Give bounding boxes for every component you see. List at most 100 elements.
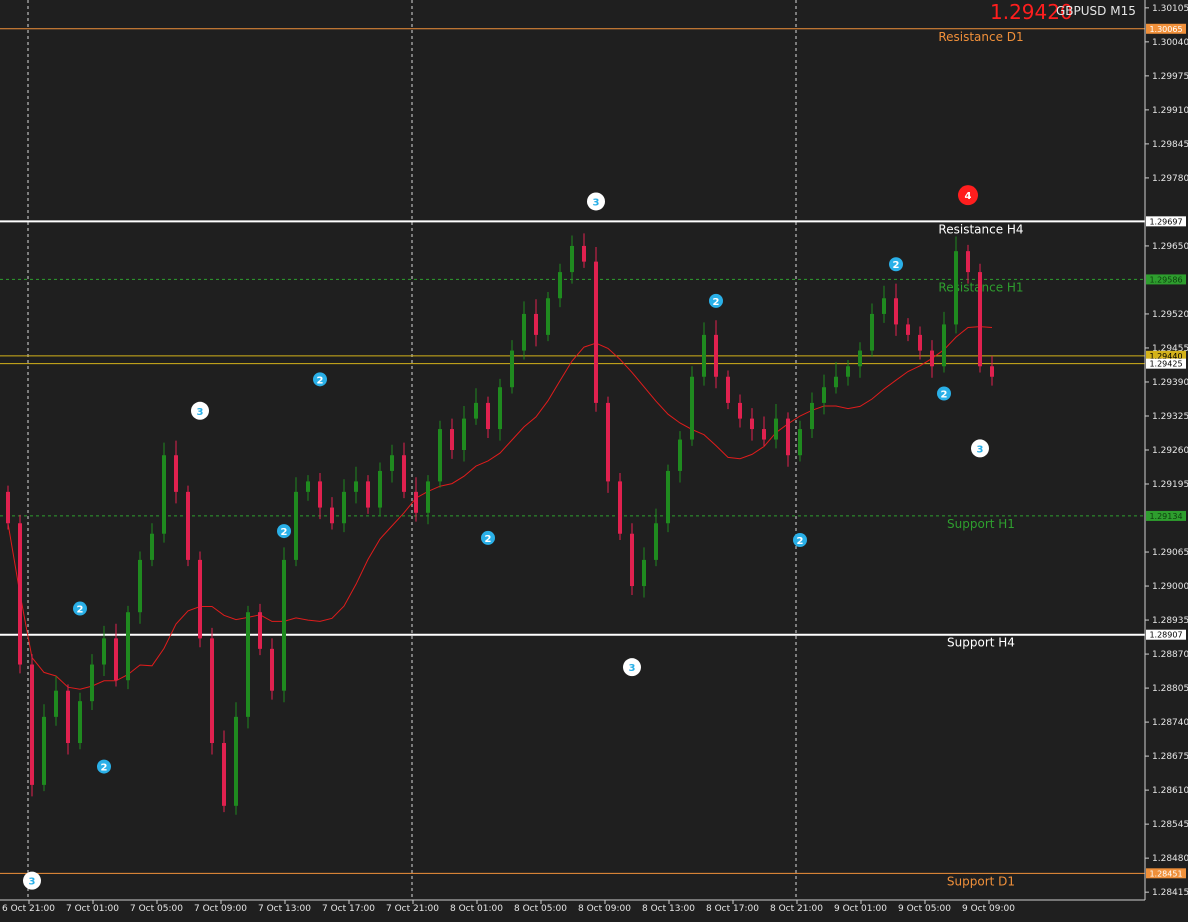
price-axis-label: 1.28935 bbox=[1152, 616, 1188, 626]
wave-label-2: 2 bbox=[481, 530, 495, 545]
bull-candle bbox=[510, 350, 514, 388]
price-axis-label: 1.28870 bbox=[1152, 650, 1188, 660]
price-tag-text: 1.29134 bbox=[1149, 512, 1182, 521]
bull-candle bbox=[390, 455, 394, 471]
price-axis-label: 1.29650 bbox=[1152, 242, 1188, 252]
bear-candle bbox=[174, 455, 178, 492]
price-axis-label: 1.28415 bbox=[1152, 888, 1188, 898]
bear-candle bbox=[750, 418, 754, 430]
bear-candle bbox=[714, 334, 718, 377]
bull-candle bbox=[54, 690, 58, 717]
time-axis-label: 9 Oct 05:00 bbox=[898, 904, 951, 914]
bull-candle bbox=[462, 418, 466, 450]
bear-candle bbox=[726, 376, 730, 403]
price-tag-text: 1.28907 bbox=[1149, 631, 1182, 640]
wave-label-3: 3 bbox=[23, 871, 41, 890]
time-axis-label: 7 Oct 13:00 bbox=[258, 904, 311, 914]
wave-label-2: 2 bbox=[73, 601, 87, 616]
bull-candle bbox=[90, 664, 94, 702]
bear-candle bbox=[450, 429, 454, 450]
wave-number: 2 bbox=[77, 605, 84, 616]
level-label-support-d1: Support D1 bbox=[947, 874, 1015, 888]
price-axis-label: 1.28805 bbox=[1152, 684, 1188, 694]
bear-candle bbox=[6, 491, 10, 524]
bull-candle bbox=[570, 245, 574, 273]
bull-candle bbox=[690, 376, 694, 440]
bull-candle bbox=[834, 376, 838, 388]
bull-candle bbox=[342, 491, 346, 524]
bear-candle bbox=[594, 261, 598, 403]
price-axis-label: 1.29325 bbox=[1152, 412, 1188, 422]
bear-candle bbox=[258, 612, 262, 649]
bull-candle bbox=[558, 272, 562, 299]
wave-number: 4 bbox=[965, 191, 972, 202]
bull-candle bbox=[426, 481, 430, 513]
wave-label-3: 3 bbox=[191, 401, 209, 420]
wave-number: 3 bbox=[29, 877, 36, 888]
bear-candle bbox=[114, 638, 118, 681]
bull-candle bbox=[306, 481, 310, 492]
wave-label-3: 3 bbox=[971, 439, 989, 458]
bear-candle bbox=[582, 245, 586, 262]
bear-candle bbox=[222, 743, 226, 806]
price-tag-text: 1.29586 bbox=[1149, 275, 1182, 284]
bear-candle bbox=[18, 523, 22, 665]
wave-label-3: 3 bbox=[587, 192, 605, 211]
wave-label-2: 2 bbox=[937, 386, 951, 401]
bull-candle bbox=[822, 387, 826, 403]
bear-candle bbox=[330, 507, 334, 524]
bull-candle bbox=[294, 491, 298, 560]
bear-candle bbox=[270, 648, 274, 691]
wave-number: 2 bbox=[317, 375, 324, 386]
bear-candle bbox=[30, 664, 34, 785]
bear-candle bbox=[606, 402, 610, 482]
price-axis-label: 1.28675 bbox=[1152, 752, 1188, 762]
bull-candle bbox=[666, 470, 670, 524]
wave-number: 3 bbox=[197, 407, 204, 418]
bull-candle bbox=[810, 402, 814, 430]
time-axis-label: 8 Oct 13:00 bbox=[642, 904, 695, 914]
bear-candle bbox=[486, 402, 490, 430]
bull-candle bbox=[102, 638, 106, 665]
level-label-resistance-d1: Resistance D1 bbox=[938, 30, 1023, 44]
price-tag-text: 1.29425 bbox=[1149, 360, 1182, 369]
bear-candle bbox=[894, 298, 898, 325]
bear-candle bbox=[990, 366, 994, 377]
time-axis-label: 8 Oct 17:00 bbox=[706, 904, 759, 914]
time-axis-label: 9 Oct 09:00 bbox=[962, 904, 1015, 914]
bull-candle bbox=[42, 716, 46, 785]
bear-candle bbox=[786, 418, 790, 456]
bear-candle bbox=[738, 402, 742, 419]
bull-candle bbox=[942, 324, 946, 367]
bear-candle bbox=[66, 690, 70, 744]
bull-candle bbox=[870, 313, 874, 351]
bear-candle bbox=[978, 272, 982, 367]
bull-candle bbox=[702, 334, 706, 377]
bull-candle bbox=[882, 298, 886, 314]
wave-number: 2 bbox=[281, 527, 288, 538]
bull-candle bbox=[246, 612, 250, 717]
bear-candle bbox=[966, 251, 970, 273]
wave-label-4: 4 bbox=[958, 185, 978, 206]
chart-background bbox=[0, 0, 1188, 922]
price-axis-label: 1.29780 bbox=[1152, 174, 1188, 184]
wave-label-2: 2 bbox=[709, 293, 723, 308]
bull-candle bbox=[954, 251, 958, 325]
bear-candle bbox=[906, 324, 910, 335]
price-axis-label: 1.29195 bbox=[1152, 480, 1188, 490]
time-axis-label: 7 Oct 09:00 bbox=[194, 904, 247, 914]
wave-label-2: 2 bbox=[277, 524, 291, 539]
level-label-resistance-h4: Resistance H4 bbox=[938, 222, 1023, 236]
bull-candle bbox=[846, 366, 850, 377]
wave-number: 3 bbox=[593, 197, 600, 208]
bear-candle bbox=[618, 481, 622, 534]
bull-candle bbox=[474, 402, 478, 419]
time-axis-label: 7 Oct 01:00 bbox=[66, 904, 119, 914]
bear-candle bbox=[762, 429, 766, 440]
wave-number: 2 bbox=[797, 536, 804, 547]
bull-candle bbox=[522, 313, 526, 351]
price-chart[interactable]: Resistance D1Resistance H4Resistance H1S… bbox=[0, 0, 1188, 922]
bear-candle bbox=[186, 491, 190, 560]
bull-candle bbox=[78, 701, 82, 744]
price-axis-label: 1.29390 bbox=[1152, 378, 1188, 388]
